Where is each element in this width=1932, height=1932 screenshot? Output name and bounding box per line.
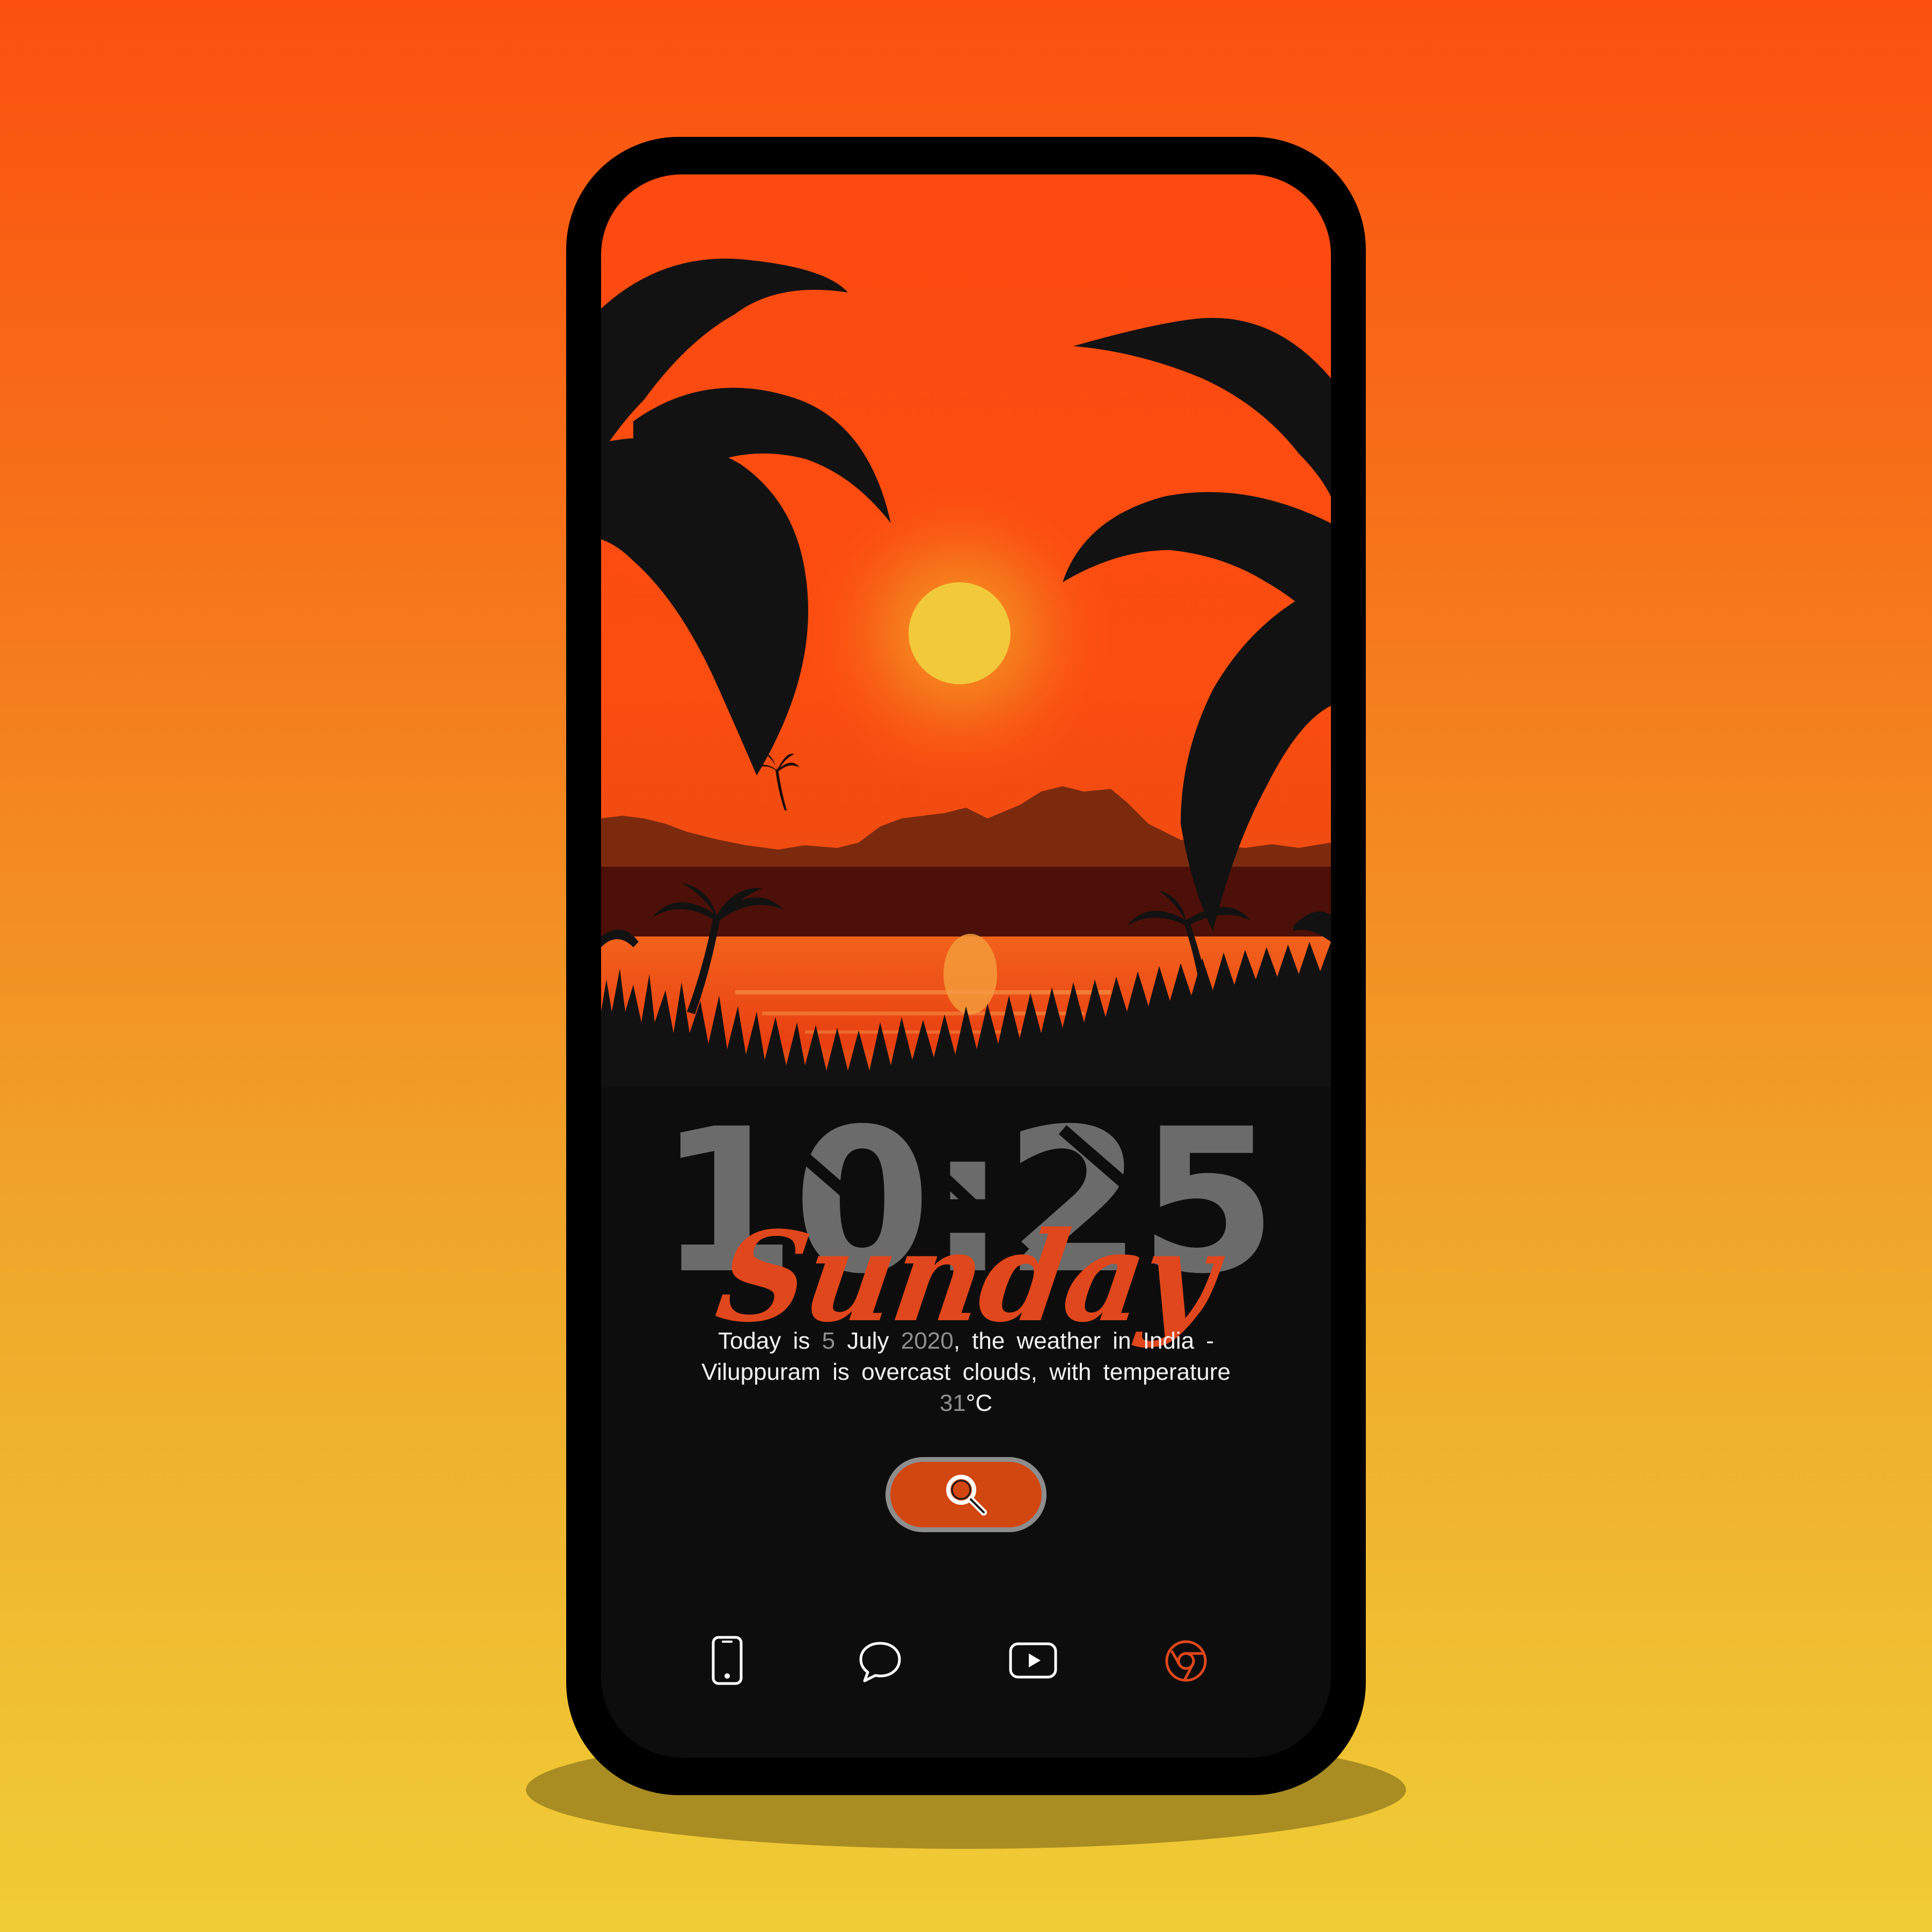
weather-day: 5	[822, 1328, 836, 1354]
wallpaper-sunset	[601, 174, 1331, 1087]
weather-prefix: Today is	[718, 1328, 810, 1354]
weather-month: July	[847, 1328, 889, 1354]
weather-line2: Viluppuram is overcast clouds, with temp…	[701, 1359, 1231, 1385]
dock-item-messages[interactable]	[843, 1623, 918, 1699]
phone-screen: 10:25 Sunday Today is 5 July 2020, the w…	[601, 174, 1331, 1758]
weather-unit: °C	[965, 1390, 993, 1416]
dock-item-phone[interactable]	[690, 1623, 765, 1699]
search-button[interactable]	[885, 1457, 1046, 1532]
play-icon	[1009, 1642, 1057, 1679]
lockscreen-day: Sunday	[708, 1205, 1223, 1350]
dock-item-youtube[interactable]	[996, 1623, 1071, 1699]
weather-summary: Today is 5 July 2020, the weather in Ind…	[692, 1326, 1240, 1419]
search-icon	[946, 1475, 987, 1516]
weather-year: 2020	[901, 1328, 954, 1354]
chat-bubble-icon	[859, 1642, 901, 1682]
weather-temperature: 31	[939, 1390, 966, 1416]
dock-item-chrome[interactable]	[1148, 1623, 1224, 1699]
chrome-icon	[1165, 1640, 1207, 1682]
sun	[909, 582, 1011, 684]
phone-icon	[712, 1636, 743, 1685]
phone-frame: 10:25 Sunday Today is 5 July 2020, the w…	[566, 137, 1366, 1795]
weather-middle: , the weather in India -	[953, 1328, 1214, 1354]
app-dock	[601, 1623, 1331, 1699]
